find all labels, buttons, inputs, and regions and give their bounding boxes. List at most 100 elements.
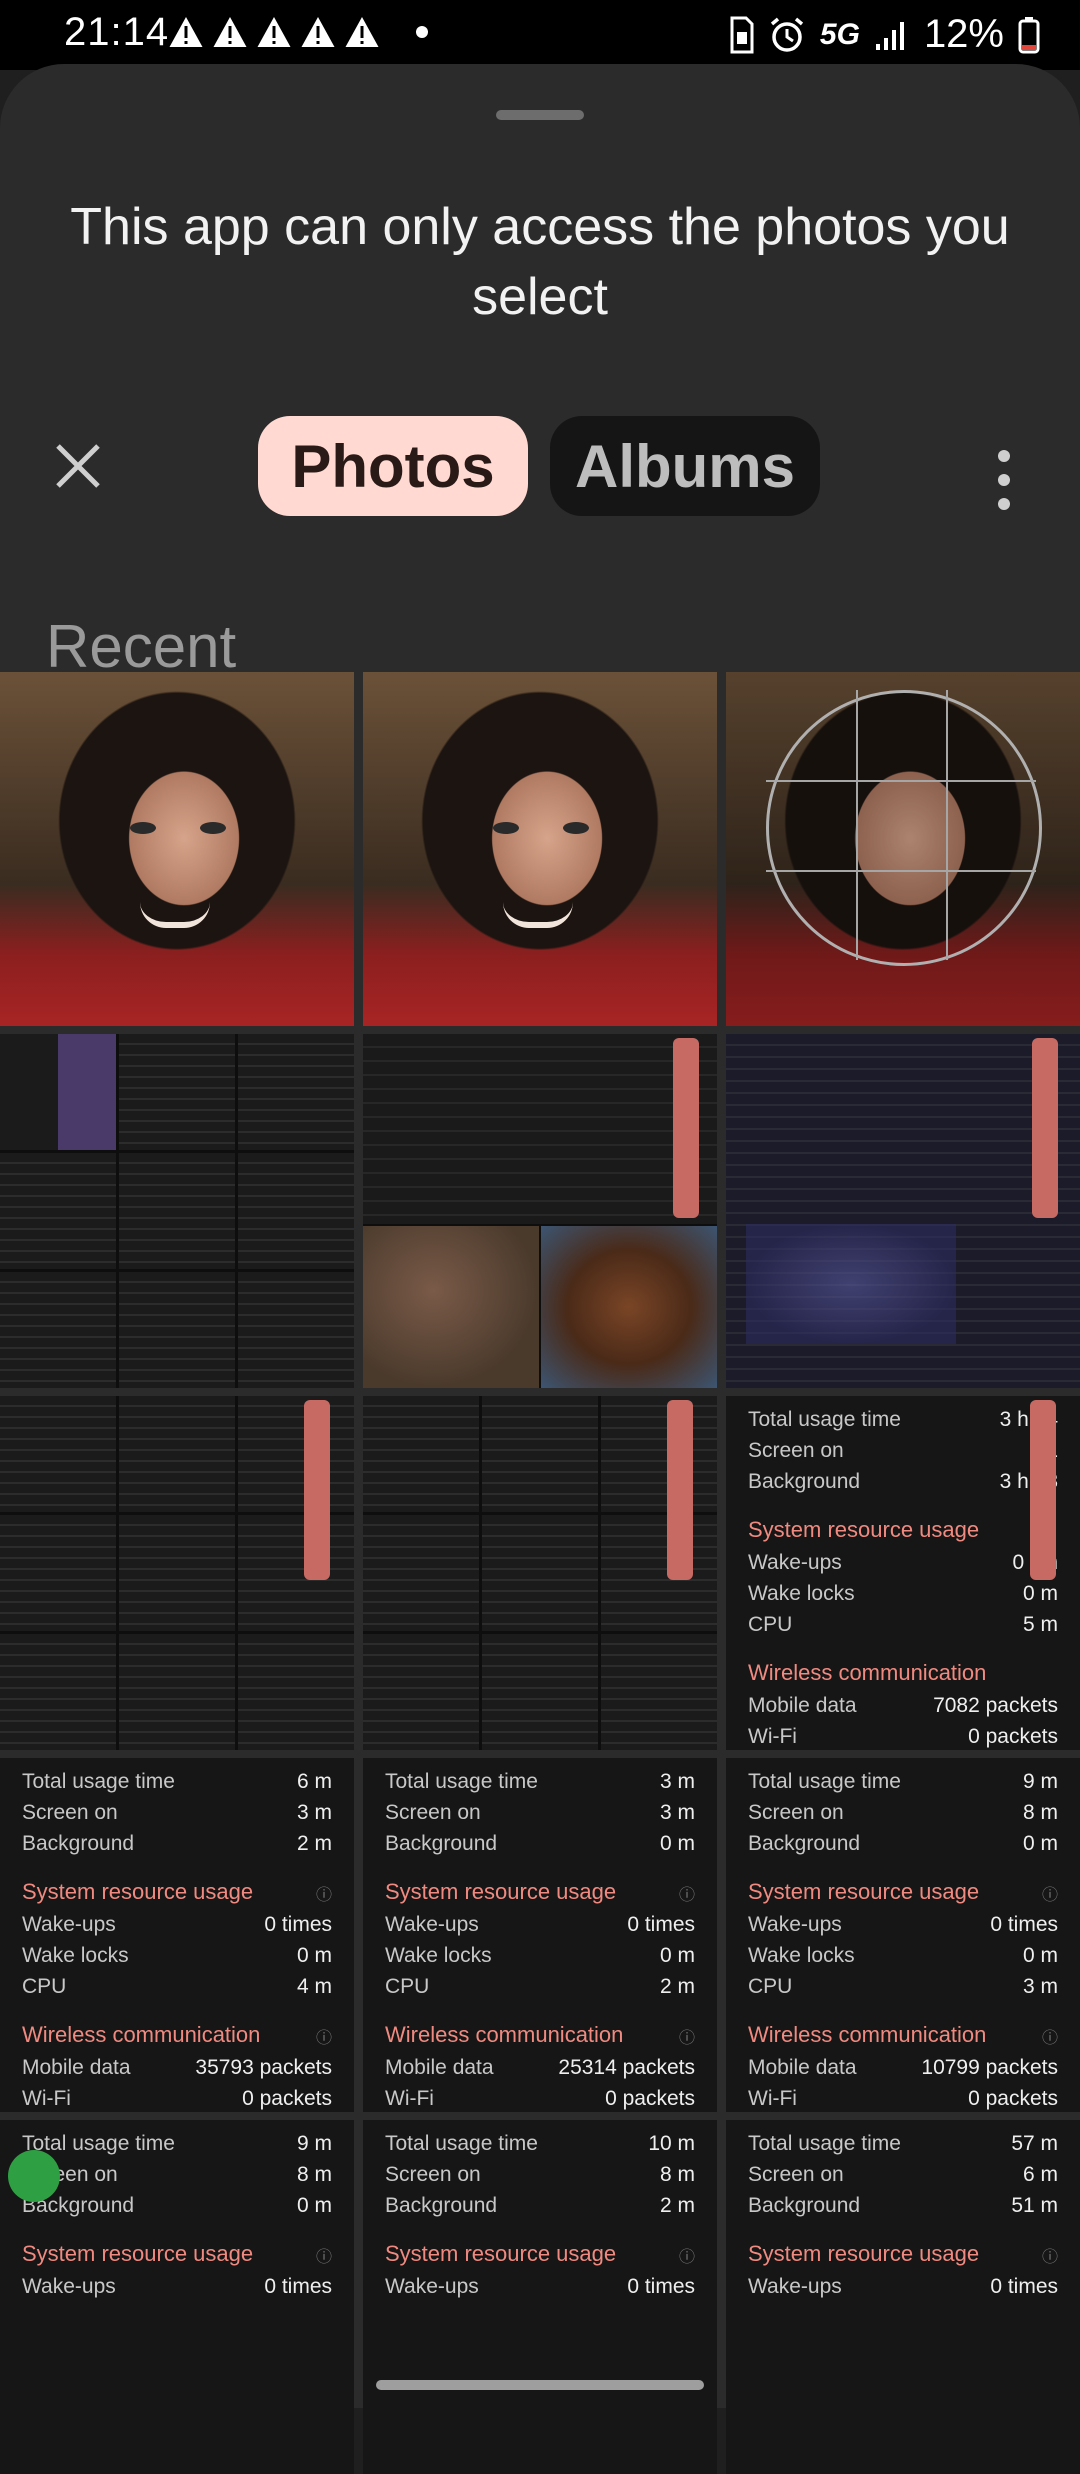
stat-value: 0 times (264, 1912, 332, 1936)
stat-label: Wake-ups (748, 2274, 842, 2298)
stat-row: Wake-ups 0 times (748, 1909, 1058, 1940)
stat-value: 7082 packets (933, 1693, 1058, 1717)
stat-section-heading: System resource usage ⓘ (748, 1859, 1058, 1909)
stat-value: 2 m (659, 2193, 695, 2217)
battery-stats-card: Total usage time 6 m Screen on 3 m Backgro… (0, 1758, 354, 2112)
screenshot-thumbnail[interactable]: Total usage time 10 m Screen on 8 m Backgr… (363, 2120, 717, 2474)
stat-row: Background 0 m (385, 1828, 695, 1859)
stat-row: Mobile data 25314 packets (385, 2052, 695, 2083)
stat-value: 0 m (659, 1831, 695, 1855)
collage-tile (0, 1515, 116, 1631)
warning-icon (301, 17, 335, 47)
stat-value: 3 m (1022, 1974, 1058, 1998)
signal-icon (875, 21, 904, 50)
stat-row: CPU 4 m (22, 1971, 332, 2002)
stat-heading-text: Wireless communication (748, 1660, 987, 1685)
screenshot-thumbnail[interactable] (363, 1034, 717, 1388)
warning-icon (213, 17, 247, 47)
screenshot-collage (0, 1034, 354, 1388)
more-options-icon[interactable] (996, 444, 1012, 516)
picker-tabs: Photos Albums (258, 416, 820, 516)
screenshot-thumbnail[interactable]: Total usage time 9 m Screen on 8 m Backgro… (726, 1758, 1080, 2112)
battery-icon (1018, 16, 1040, 53)
stat-value: 0 m (1022, 1943, 1058, 1967)
stat-value: 51 m (1011, 2193, 1058, 2217)
collage-tile (363, 1515, 479, 1631)
stat-label: Wake-ups (748, 1912, 842, 1936)
gesture-navigation-bar[interactable] (376, 2380, 704, 2390)
stat-value: 0 times (627, 2274, 695, 2298)
stat-section-heading: System resource usage ⓘ (385, 2221, 695, 2271)
close-icon[interactable] (50, 438, 106, 494)
stat-label: Mobile data (385, 2055, 494, 2079)
stat-label: Wake locks (385, 1943, 492, 1967)
stat-row: Background 0 m (22, 2190, 332, 2221)
stat-value: 0 times (990, 1912, 1058, 1936)
stat-row: Wi-Fi 0 packets (748, 2083, 1058, 2112)
collage-tile (601, 1634, 717, 1750)
collage-tile (601, 1396, 717, 1512)
stat-label: CPU (748, 1612, 793, 1636)
screenshot-thumbnail[interactable] (0, 1034, 354, 1388)
stat-value: 3 m (659, 1769, 695, 1793)
accessibility-icon[interactable] (8, 2150, 60, 2202)
screenshot-thumbnail[interactable] (363, 1396, 717, 1750)
collage-tile (0, 1272, 116, 1388)
collage-tile (0, 1396, 116, 1512)
collage-tile (238, 1153, 354, 1269)
warning-icon (257, 17, 291, 47)
alert-icons (168, 14, 380, 50)
screenshot-thumbnail[interactable]: Total usage time 6 m Screen on 3 m Backgro… (0, 1758, 354, 2112)
stat-heading-text: Wireless communication (385, 2022, 624, 2047)
stat-section-heading: System resource usage ⓘ (22, 1859, 332, 1909)
screenshot-thumbnail[interactable] (726, 1034, 1080, 1388)
photo-detail (363, 1226, 539, 1388)
stat-heading-text: System resource usage (385, 2241, 617, 2266)
stat-label: Wake locks (748, 1581, 855, 1605)
screenshot-thumbnail[interactable]: Total usage time3 h 44 Screen on1 Backgr… (726, 1396, 1080, 1750)
battery-stats-card: Total usage time 9 m Screen on 8 m Backgro… (726, 1758, 1080, 2112)
alarm-icon (770, 17, 804, 52)
collage-tile (482, 1515, 598, 1631)
photo-detail (503, 902, 573, 928)
stat-row: Wake-ups 0 times (22, 1909, 332, 1940)
collage-tile (119, 1153, 235, 1269)
collage-tile (0, 1634, 116, 1750)
stat-label: Wake-ups (385, 2274, 479, 2298)
stat-row: Background 3 h 43 (748, 1466, 1058, 1497)
tab-albums[interactable]: Albums (550, 416, 820, 516)
stat-row: Wake locks 0 m (22, 1940, 332, 1971)
collage-tile (363, 1396, 479, 1512)
stat-label: Screen on (22, 1800, 118, 1824)
photo-thumbnail-crop[interactable] (726, 672, 1080, 1026)
network-type: 5G (819, 17, 860, 51)
stat-row: CPU 3 m (748, 1971, 1058, 2002)
stat-value: 35793 packets (195, 2055, 332, 2079)
screenshot-thumbnail[interactable] (0, 1396, 354, 1750)
stat-label: Screen on (748, 1800, 844, 1824)
stat-value: 6 m (296, 1769, 332, 1793)
screenshot-thumbnail[interactable]: Total usage time 57 m Screen on 6 m Backgr… (726, 2120, 1080, 2474)
stat-label: Wi-Fi (22, 2086, 71, 2110)
stat-value: 2 m (296, 1831, 332, 1855)
info-icon: ⓘ (678, 1887, 695, 1904)
photo-thumbnail-selfie[interactable] (363, 672, 717, 1026)
collage-tile (238, 1034, 354, 1150)
screenshot-thumbnail[interactable]: Total usage time 3 m Screen on 3 m Backgro… (363, 1758, 717, 2112)
stat-row: Wi-Fi 0 packets (748, 1721, 1058, 1750)
stat-label: Wake locks (748, 1943, 855, 1967)
stat-row: Wake-ups 0 times (385, 1909, 695, 1940)
info-icon: ⓘ (315, 2030, 332, 2047)
stat-value: 5 m (1022, 1612, 1058, 1636)
stat-value: 10 m (648, 2131, 695, 2155)
stat-value: 6 m (1022, 2162, 1058, 2186)
stat-label: Screen on (748, 1438, 844, 1462)
picker-title: This app can only access the photos you … (70, 198, 1010, 326)
stat-row: Background 2 m (385, 2190, 695, 2221)
tab-photos[interactable]: Photos (258, 416, 528, 516)
drag-handle[interactable] (496, 110, 584, 120)
stat-row: Total usage time 10 m (385, 2128, 695, 2159)
stat-value: 4 m (296, 1974, 332, 1998)
stat-label: CPU (748, 1974, 793, 1998)
photo-thumbnail-selfie[interactable] (0, 672, 354, 1026)
